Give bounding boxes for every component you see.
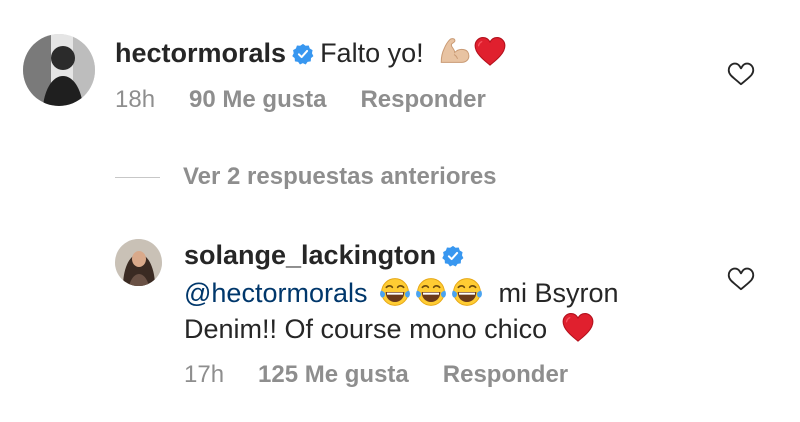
verified-badge-icon	[292, 43, 314, 65]
replies-divider-line	[115, 177, 160, 178]
avatar-solange[interactable]	[115, 239, 162, 286]
comment-meta: 17h 125 Me gusta Responder	[184, 361, 602, 389]
username-solange[interactable]: solange_lackington	[184, 240, 436, 270]
like-heart-icon[interactable]	[726, 265, 756, 293]
reply-button[interactable]: Responder	[360, 86, 485, 113]
likes-count[interactable]: 125 Me gusta	[258, 361, 409, 388]
verified-badge-icon	[442, 245, 464, 267]
mention-link[interactable]: @hectormorals	[184, 278, 367, 308]
reply-button[interactable]: Responder	[443, 361, 568, 388]
avatar-hectormorals[interactable]	[23, 34, 95, 106]
red-heart-emoji-icon	[473, 34, 507, 68]
likes-count[interactable]: 90 Me gusta	[189, 86, 326, 113]
comment-time[interactable]: 17h	[184, 361, 224, 388]
comment-time[interactable]: 18h	[115, 86, 155, 113]
tears-of-joy-emoji-icon	[451, 276, 483, 308]
tears-of-joy-emoji-icon	[415, 276, 447, 308]
red-heart-emoji-icon	[561, 310, 595, 344]
username-hectormorals[interactable]: hectormorals	[115, 38, 286, 68]
comment-text-part1: mi Bsyron	[498, 278, 619, 308]
comment-text-part2: Denim!! Of course mono chico	[184, 314, 548, 344]
flexed-biceps-emoji-icon	[437, 34, 471, 68]
view-replies-label: Ver 2 respuestas anteriores	[183, 163, 497, 190]
comment-meta: 18h 90 Me gusta Responder	[115, 86, 520, 114]
tears-of-joy-emoji-icon	[379, 276, 411, 308]
like-heart-icon[interactable]	[726, 60, 756, 88]
comment-text: Falto yo!	[320, 38, 424, 68]
